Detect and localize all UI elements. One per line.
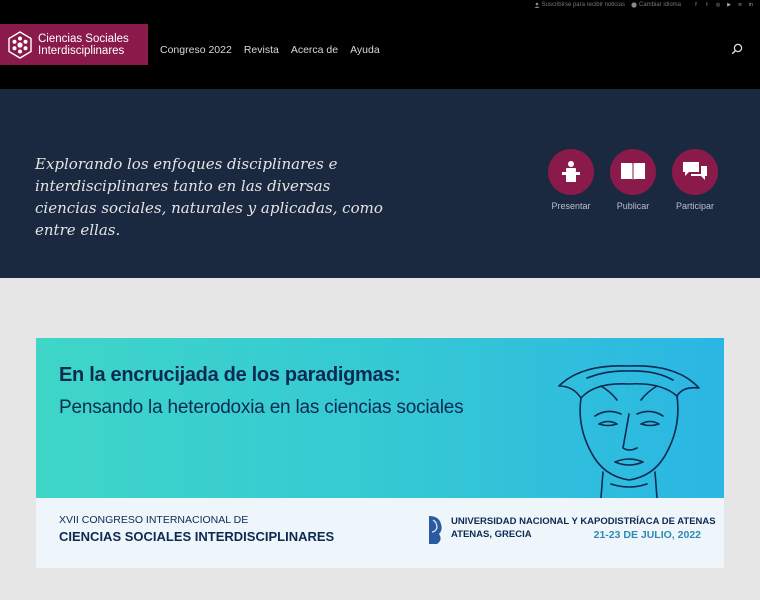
action-label: Publicar (616, 201, 650, 211)
chat-icon (683, 162, 707, 180)
university-city: ATENAS, GRECIA (451, 529, 532, 540)
action-circle[interactable] (548, 149, 594, 195)
book-icon (621, 163, 645, 181)
feed-icon[interactable]: ≋ (737, 2, 743, 8)
hero-actions: Presentar Publicar Participar (548, 149, 718, 211)
nav-ayuda[interactable]: Ayuda (350, 44, 380, 56)
greek-bust-illustration (558, 365, 700, 498)
action-circle[interactable] (672, 149, 718, 195)
action-label: Participar (675, 201, 714, 211)
language-link[interactable]: Cambiar idioma (631, 2, 681, 8)
nav-congreso-2022[interactable]: Congreso 2022 (160, 44, 232, 56)
facebook-icon[interactable]: f (693, 2, 699, 8)
hero-tagline: Explorando los enfoques disciplinares e … (35, 155, 383, 239)
user-icon (534, 2, 540, 8)
nav-revista[interactable]: Revista (244, 44, 279, 56)
utility-bar: Suscribirse para recibir noticias Cambia… (534, 2, 754, 8)
subscribe-label: Suscribirse para recibir noticias (541, 2, 625, 8)
main-nav: Congreso 2022 Revista Acerca de Ayuda (160, 44, 380, 56)
logo-molecule-icon (8, 30, 32, 59)
site-header: Ciencias Sociales Interdisciplinares Con… (0, 0, 760, 89)
subscribe-link[interactable]: Suscribirse para recibir noticias (534, 2, 625, 8)
university-emblem-icon (429, 516, 442, 544)
instagram-icon[interactable]: ◎ (715, 2, 721, 8)
language-label: Cambiar idioma (638, 2, 681, 8)
logo-line-2: Interdisciplinares (38, 44, 125, 57)
linkedin-icon[interactable]: in (748, 2, 754, 8)
twitter-icon[interactable]: t (704, 2, 710, 8)
action-label: Presentar (551, 201, 591, 211)
banner-title: En la encrucijada de los paradigmas: (59, 364, 401, 386)
action-participar[interactable]: Participar (672, 149, 718, 211)
podium-icon (562, 161, 580, 182)
banner-subtitle: Pensando la heterodoxia en las ciencias … (59, 397, 464, 418)
youtube-icon[interactable]: ▶ (726, 2, 732, 8)
logo-text: Ciencias Sociales Interdisciplinares (38, 33, 129, 57)
congress-edition: XVII CONGRESO INTERNACIONAL DE (59, 514, 249, 526)
hero-section: Explorando los enfoques disciplinares e … (0, 89, 760, 278)
nav-acerca-de[interactable]: Acerca de (291, 44, 338, 56)
congress-dates: 21-23 DE JULIO, 2022 (593, 529, 701, 541)
banner-bottom: XVII CONGRESO INTERNACIONAL DE CIENCIAS … (36, 498, 724, 568)
action-presentar[interactable]: Presentar (548, 149, 594, 211)
logo-line-1: Ciencias Sociales (38, 32, 129, 45)
university-name: UNIVERSIDAD NACIONAL Y KAPODISTRÍACA DE … (451, 516, 716, 527)
action-circle[interactable] (610, 149, 656, 195)
action-publicar[interactable]: Publicar (610, 149, 656, 211)
banner-top: En la encrucijada de los paradigmas: Pen… (36, 338, 724, 498)
congress-name: CIENCIAS SOCIALES INTERDISCIPLINARES (59, 529, 335, 544)
globe-icon (631, 2, 637, 8)
site-logo[interactable]: Ciencias Sociales Interdisciplinares (0, 24, 148, 65)
social-links: f t ◎ ▶ ≋ in (693, 2, 754, 8)
congress-banner[interactable]: En la encrucijada de los paradigmas: Pen… (36, 338, 724, 568)
search-icon[interactable] (731, 43, 743, 55)
